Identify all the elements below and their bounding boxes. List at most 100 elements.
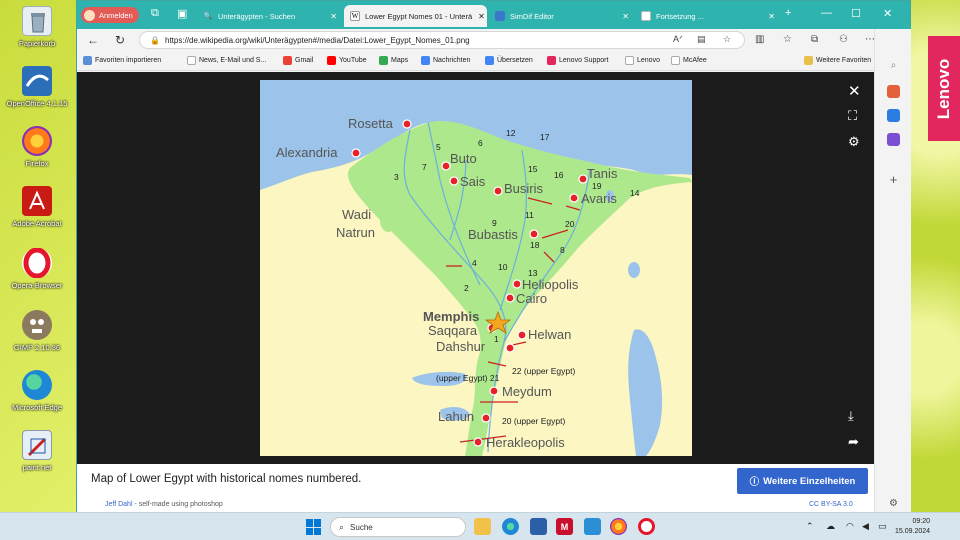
- favorite-youtube[interactable]: YouTube: [327, 56, 367, 65]
- taskbar-search[interactable]: ⌕ Suche: [330, 517, 466, 537]
- profile-button[interactable]: Anmelden: [81, 7, 139, 23]
- close-viewer-icon[interactable]: ✕: [848, 82, 861, 100]
- close-icon[interactable]: ✕: [616, 12, 629, 21]
- close-icon[interactable]: ✕: [324, 12, 337, 21]
- favorite-maps[interactable]: Maps: [379, 56, 408, 65]
- tab-label: Fortsetzung ...: [656, 11, 704, 21]
- favorite-label: Lenovo: [637, 57, 660, 64]
- firefox-icon: [22, 126, 52, 156]
- author-link[interactable]: Jeff Dahl: [105, 501, 133, 508]
- refresh-icon[interactable]: ↻: [115, 33, 125, 47]
- opera-icon[interactable]: [638, 518, 655, 535]
- desktop-icon-paint-net[interactable]: paint.net: [6, 430, 68, 472]
- favorites-icon[interactable]: ☆: [783, 34, 792, 45]
- tab-label: Unterägypten - Suchen: [218, 11, 296, 21]
- split-screen-icon[interactable]: ▥: [755, 34, 764, 45]
- maximize-icon[interactable]: ☐: [851, 7, 861, 20]
- city-label: Heliopolis: [522, 277, 579, 292]
- favorite-lenovo-support[interactable]: Lenovo Support: [547, 56, 608, 65]
- city-label: Helwan: [528, 327, 571, 342]
- clock-time: 09:20: [912, 518, 931, 525]
- clock[interactable]: 09:20 15.09.2024: [895, 517, 930, 537]
- maps-icon: [379, 56, 388, 65]
- gear-icon[interactable]: ⚙: [848, 134, 860, 150]
- wifi-icon[interactable]: ◠: [846, 521, 854, 532]
- tab-actions-icon[interactable]: ▣: [177, 7, 187, 20]
- nome-number: 20: [565, 219, 575, 229]
- tab-fortsetzung[interactable]: Fortsetzung ... ✕: [635, 5, 781, 27]
- fullscreen-icon[interactable]: ⛶: [848, 108, 857, 124]
- desktop-icon-label: Microsoft Edge: [11, 403, 63, 412]
- share-icon[interactable]: ➦: [848, 434, 859, 450]
- mcafee-icon[interactable]: M: [556, 518, 573, 535]
- search-icon[interactable]: ⌕: [887, 59, 900, 72]
- desktop-icon-label: Opera-Browser: [11, 281, 63, 290]
- add-sidebar-app-icon[interactable]: +: [887, 172, 900, 187]
- tools-icon[interactable]: [887, 109, 900, 122]
- news-icon: [421, 56, 430, 65]
- favorites-folder[interactable]: Weitere Favoriten: [804, 56, 871, 65]
- read-aloud-icon[interactable]: Aᐟ: [673, 34, 683, 45]
- collections-icon[interactable]: ⧉: [811, 34, 818, 45]
- tab-wikipedia-image[interactable]: W Lower Egypt Nomes 01 - Unterä ✕: [344, 5, 487, 27]
- desktop-icon-firefox[interactable]: Firefox: [6, 126, 68, 168]
- paint-net-icon: [22, 430, 52, 460]
- favorite-label: Übersetzen: [497, 57, 533, 64]
- city-label: Busiris: [504, 181, 544, 196]
- download-icon[interactable]: ⤓: [848, 408, 854, 424]
- favorite-mcafee[interactable]: McAfee: [671, 56, 707, 65]
- desktop-icon-opera[interactable]: Opera-Browser: [6, 247, 68, 290]
- favorite-translate[interactable]: Übersetzen: [485, 56, 533, 65]
- tab-simdif-editor[interactable]: SimDif Editor ✕: [489, 5, 635, 27]
- desktop-icon-label: Papierkorb: [18, 39, 56, 48]
- favorite-lenovo[interactable]: Lenovo: [625, 56, 660, 65]
- author-note: - self-made using photoshop: [134, 501, 223, 508]
- desktop-icon-openoffice[interactable]: OpenOffice 4.1.15: [6, 66, 68, 108]
- edge-icon[interactable]: [502, 518, 519, 535]
- favorite-import[interactable]: Favoriten importieren: [83, 56, 161, 65]
- nome-number: 5: [436, 142, 441, 152]
- license-link[interactable]: CC BY-SA 3.0: [809, 501, 853, 508]
- minimize-icon[interactable]: —: [821, 7, 832, 19]
- city-label: Alexandria: [276, 145, 338, 160]
- new-tab-icon[interactable]: +: [785, 7, 791, 19]
- address-bar[interactable]: 🔒 https://de.wikipedia.org/wiki/Unterägy…: [139, 31, 745, 49]
- games-icon[interactable]: [887, 133, 900, 146]
- cloud-icon[interactable]: ☁: [826, 521, 835, 532]
- favorite-news[interactable]: News, E-Mail und S...: [187, 56, 266, 65]
- back-icon[interactable]: ←: [87, 33, 99, 47]
- city-label: Dahshur: [436, 339, 486, 354]
- shopping-icon[interactable]: [887, 85, 900, 98]
- workspaces-icon[interactable]: ⧉: [151, 7, 159, 20]
- desktop-icon-adobe-acrobat[interactable]: Adobe Acrobat: [6, 186, 68, 228]
- city-label: Lahun: [438, 409, 474, 424]
- tab-search[interactable]: 🔍 Unterägypten - Suchen ✕: [197, 5, 343, 27]
- favorite-star-icon[interactable]: ☆: [723, 34, 731, 45]
- favorite-nachrichten[interactable]: Nachrichten: [421, 56, 470, 65]
- desktop-icon-recycle-bin[interactable]: Papierkorb: [6, 6, 68, 48]
- immersive-reader-icon[interactable]: ▤: [697, 34, 706, 45]
- close-icon[interactable]: ✕: [472, 12, 485, 21]
- firefox-icon[interactable]: [610, 518, 627, 535]
- image-caption-bar: Map of Lower Egypt with historical nomes…: [77, 464, 874, 499]
- close-icon[interactable]: ✕: [762, 12, 775, 21]
- battery-icon[interactable]: ▭: [878, 521, 887, 532]
- media-viewer: Rosetta Alexandria Buto Sais Busiris Tan…: [77, 72, 874, 464]
- favorite-gmail[interactable]: Gmail: [283, 56, 313, 65]
- nome-annotation: 22 (upper Egypt): [512, 366, 575, 376]
- city-label: Buto: [450, 151, 477, 166]
- start-button[interactable]: [306, 519, 322, 535]
- desktop-icon-gimp[interactable]: GIMP 2.10.36: [6, 310, 68, 352]
- close-window-icon[interactable]: ✕: [883, 7, 892, 20]
- desktop-icon-label: GIMP 2.10.36: [13, 343, 61, 352]
- desktop-icon-edge[interactable]: Microsoft Edge: [6, 370, 68, 412]
- chevron-up-icon[interactable]: ⌃: [806, 521, 814, 532]
- lenovo-icon: [547, 56, 556, 65]
- gear-icon[interactable]: ⚙: [887, 497, 900, 510]
- file-explorer-icon[interactable]: [474, 518, 491, 535]
- volume-icon[interactable]: ◀: [862, 521, 869, 532]
- app-icon[interactable]: [584, 518, 601, 535]
- more-details-button[interactable]: ⓘ Weitere Einzelheiten: [737, 468, 868, 494]
- store-icon[interactable]: [530, 518, 547, 535]
- extensions-icon[interactable]: ⚇: [839, 34, 848, 45]
